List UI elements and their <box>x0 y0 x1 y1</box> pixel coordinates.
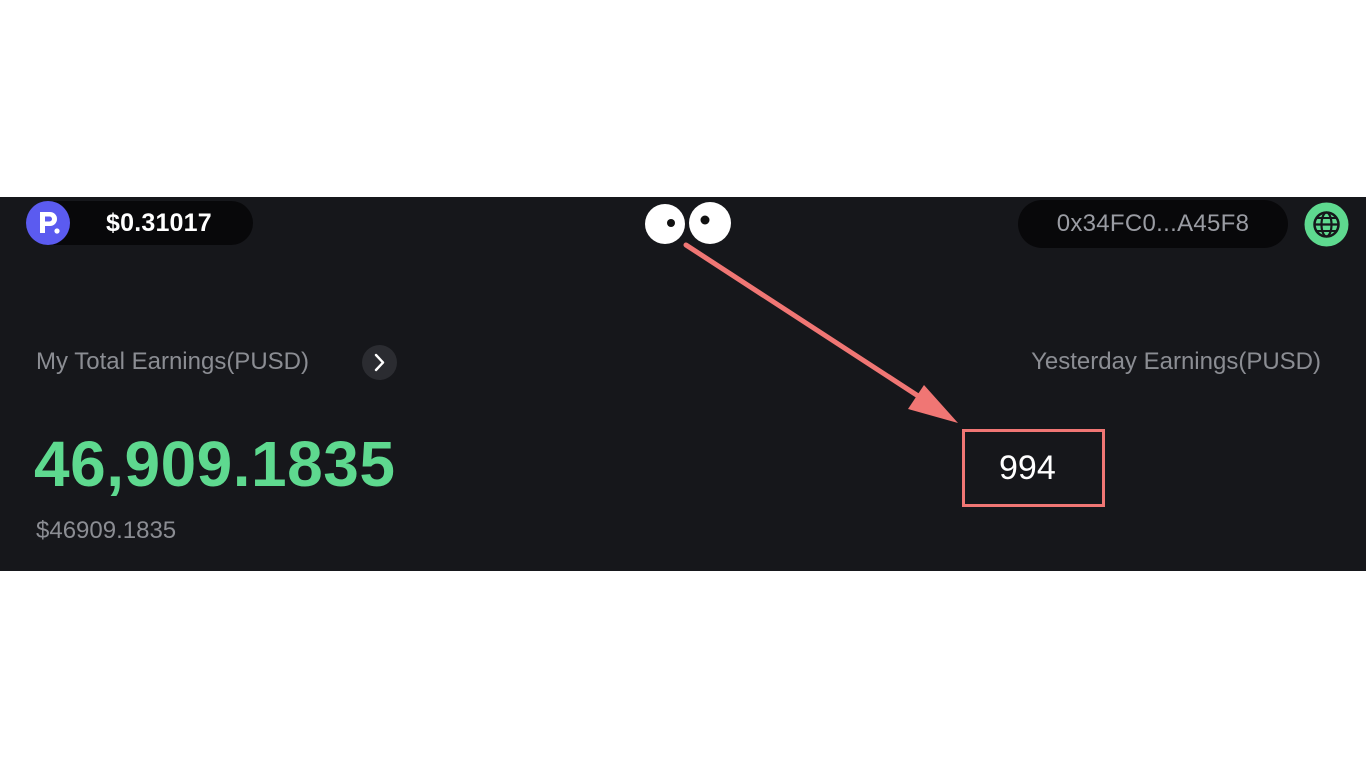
page: $0.31017 0x34FC0...A45F8 My Total Earnin… <box>0 0 1366 768</box>
total-earnings-details-button[interactable] <box>362 345 397 380</box>
token-price-pill[interactable]: $0.31017 <box>26 201 253 245</box>
yesterday-earnings-label: Yesterday Earnings(PUSD) <box>1031 348 1321 375</box>
annotation-arrow <box>683 242 958 423</box>
wallet-address-button[interactable]: 0x34FC0...A45F8 <box>1018 200 1288 248</box>
total-earnings-usd: $46909.1835 <box>36 517 177 544</box>
yesterday-earnings-value: 994 <box>999 449 1056 487</box>
yesterday-value-highlight: 994 <box>962 429 1105 507</box>
total-earnings-label: My Total Earnings(PUSD) <box>36 348 309 375</box>
eyes-icon <box>644 202 732 248</box>
globe-icon[interactable] <box>1304 202 1349 247</box>
earnings-panel: $0.31017 0x34FC0...A45F8 My Total Earnin… <box>0 197 1366 571</box>
p-logo-icon <box>26 201 70 245</box>
total-earnings-value: 46,909.1835 <box>34 428 396 500</box>
chevron-right-icon <box>374 353 385 372</box>
token-price: $0.31017 <box>106 209 212 237</box>
